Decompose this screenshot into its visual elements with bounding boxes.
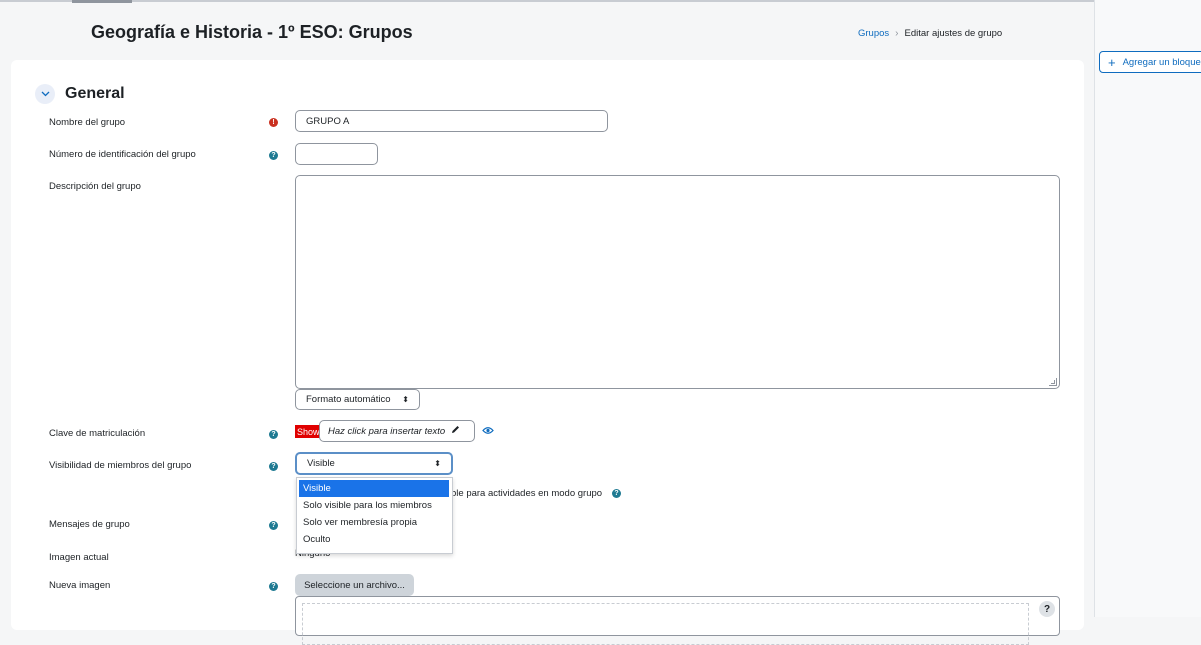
breadcrumb-link-grupos[interactable]: Grupos [858, 28, 889, 39]
select-arrows-icon: ⬍ [402, 395, 409, 404]
show-tag[interactable]: Show [295, 425, 322, 438]
group-name-input[interactable]: GRUPO A [295, 110, 608, 132]
help-icon[interactable]: ? [269, 462, 278, 471]
help-icon[interactable]: ? [269, 582, 278, 591]
visibility-dropdown: Visible Solo visible para los miembros S… [296, 477, 453, 554]
required-icon: ! [269, 118, 278, 127]
id-number-input[interactable] [295, 143, 378, 165]
breadcrumb: Grupos › Editar ajustes de grupo [858, 28, 1002, 39]
eye-icon[interactable] [482, 426, 494, 436]
current-image-label: Imagen actual [49, 552, 109, 563]
add-block-button[interactable]: + Agregar un bloque [1099, 51, 1201, 73]
description-textarea[interactable] [295, 175, 1060, 389]
enrolment-key-label: Clave de matriculación [49, 428, 146, 439]
messaging-label: Mensajes de grupo [49, 519, 130, 530]
new-image-label: Nueva imagen [49, 580, 111, 591]
pencil-icon [451, 425, 460, 437]
tab-indicator [72, 0, 132, 3]
breadcrumb-current: Editar ajustes de grupo [904, 28, 1003, 39]
select-arrows-icon: ⬍ [434, 459, 441, 468]
format-select[interactable]: Formato automático ⬍ [295, 389, 420, 410]
chevron-down-icon[interactable] [35, 84, 55, 104]
page-title: Geografía e Historia - 1º ESO: Grupos [91, 22, 413, 42]
add-block-label: Agregar un bloque [1122, 56, 1201, 68]
help-icon[interactable]: ? [269, 430, 278, 439]
dropdown-option[interactable]: Visible [299, 480, 449, 497]
dropzone-area [302, 603, 1029, 645]
help-icon[interactable]: ? [269, 521, 278, 530]
question-icon[interactable]: ? [1039, 601, 1055, 617]
visibility-selected: Visible [307, 458, 335, 469]
participation-text: ble para actividades en modo grupo [451, 488, 603, 499]
resize-handle-icon[interactable] [1049, 378, 1057, 386]
section-title: General [65, 85, 125, 102]
help-icon[interactable]: ? [269, 151, 278, 160]
top-border [0, 0, 1095, 3]
dropdown-option[interactable]: Solo ver membresía propia [297, 514, 452, 531]
description-label: Descripción del grupo [49, 181, 141, 192]
section-header: General [35, 84, 125, 104]
id-number-label: Número de identificación del grupo [49, 149, 196, 160]
dropdown-option[interactable]: Oculto [297, 531, 452, 548]
chevron-right-icon: › [895, 28, 899, 39]
choose-file-button[interactable]: Seleccione un archivo... [295, 574, 414, 596]
visibility-label: Visibilidad de miembros del grupo [49, 460, 192, 471]
enrolment-key-placeholder: Haz click para insertar texto [328, 425, 446, 437]
file-dropzone[interactable]: ? [295, 596, 1060, 645]
format-selected: Formato automático [306, 394, 391, 405]
dropdown-option[interactable]: Solo visible para los miembros [297, 497, 452, 514]
visibility-select[interactable]: Visible ⬍ [295, 452, 453, 475]
plus-icon: + [1108, 54, 1116, 70]
help-icon[interactable]: ? [612, 489, 621, 498]
block-drawer: + Agregar un bloque [1094, 0, 1201, 617]
enrolment-key-field[interactable]: Haz click para insertar texto [319, 420, 475, 442]
group-name-label: Nombre del grupo [49, 117, 126, 128]
